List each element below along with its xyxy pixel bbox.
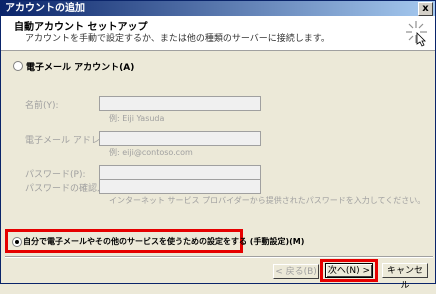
header-description: アカウントを手動で設定するか、または他の種類のサーバーに接続します。 bbox=[25, 34, 330, 44]
manual-setup-label: 自分で電子メールやその他のサービスを使うための設定をする (手動設定)(M) bbox=[23, 237, 305, 246]
email-address-field[interactable] bbox=[99, 131, 261, 146]
password-label: パスワード(P): bbox=[25, 170, 86, 180]
close-button[interactable]: x bbox=[418, 2, 433, 16]
title-bar: アカウントの追加 x bbox=[1, 1, 435, 16]
next-button[interactable]: 次へ(N) > bbox=[325, 263, 373, 278]
cancel-button[interactable]: キャンセル bbox=[382, 263, 428, 291]
name-label: 名前(Y): bbox=[25, 101, 59, 111]
password-field[interactable] bbox=[99, 165, 261, 180]
manual-setup-radio[interactable] bbox=[12, 237, 22, 247]
email-account-label: 電子メール アカウント(A) bbox=[26, 63, 135, 73]
password-confirm-field[interactable] bbox=[99, 179, 261, 194]
name-field[interactable] bbox=[99, 96, 261, 111]
wizard-content: 電子メール アカウント(A) 名前(Y): 例: Eiji Yasuda 電子メ… bbox=[1, 51, 435, 256]
footer-divider bbox=[5, 256, 433, 258]
back-button[interactable]: < 戻る(B) bbox=[273, 264, 319, 279]
window-title: アカウントの追加 bbox=[5, 3, 85, 14]
add-account-dialog: アカウントの追加 x 自動アカウント セットアップ アカウントを手動で設定するか… bbox=[0, 0, 436, 291]
email-address-hint: 例: eiji@contoso.com bbox=[109, 148, 193, 157]
wizard-header: 自動アカウント セットアップ アカウントを手動で設定するか、または他の種類のサー… bbox=[1, 16, 435, 51]
name-hint: 例: Eiji Yasuda bbox=[109, 114, 165, 123]
password-hint: インターネット サービス プロバイダーから提供されたパスワードを入力してください… bbox=[109, 196, 426, 205]
email-account-radio[interactable] bbox=[13, 61, 23, 71]
setup-spark-icon bbox=[406, 21, 427, 47]
